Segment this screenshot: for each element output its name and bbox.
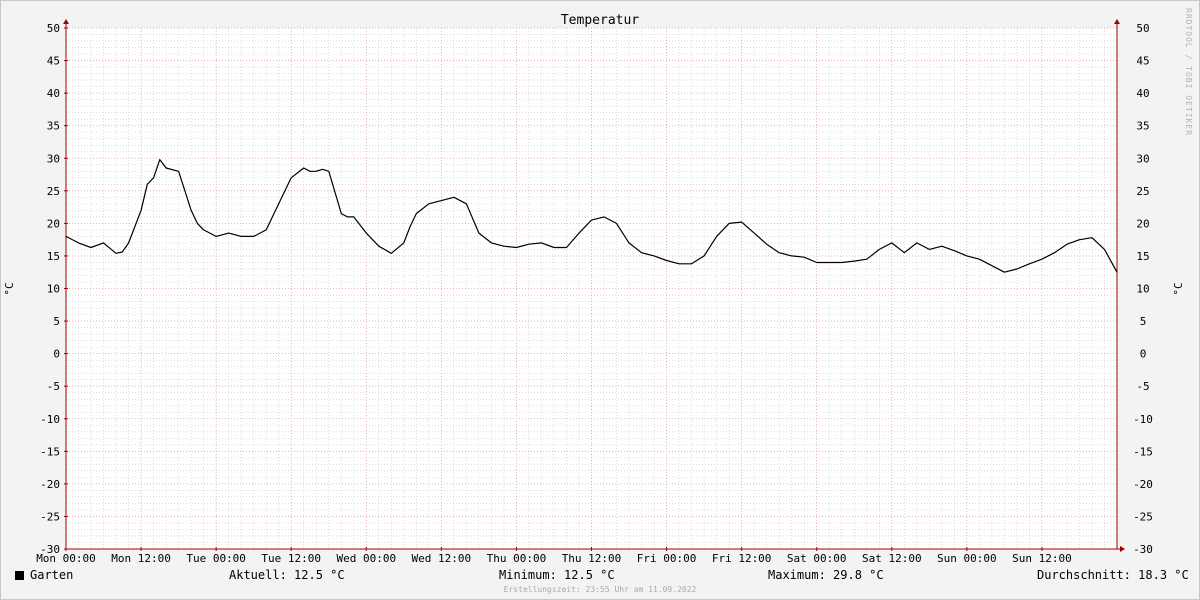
x-tick-label: Wed 12:00 — [412, 552, 472, 565]
x-tick-label: Sat 12:00 — [862, 552, 922, 565]
y-tick-label-left: -5 — [47, 380, 60, 393]
y-ticks-left: 50454035302520151050-5-10-15-20-25-30 — [40, 22, 68, 556]
y-tick-label-left: -15 — [40, 445, 60, 458]
y-tick-label-left: 50 — [47, 22, 60, 35]
x-tick-label: Mon 00:00 — [36, 552, 96, 565]
y-tick-label-left: 40 — [47, 87, 60, 100]
x-tick-label: Thu 12:00 — [562, 552, 622, 565]
y-tick-label-right: 40 — [1136, 87, 1149, 100]
y-tick-label-left: -20 — [40, 478, 60, 491]
y-axis-arrow-right — [1114, 19, 1120, 24]
y-tick-label-left: 10 — [47, 283, 60, 296]
x-tick-label: Fri 00:00 — [637, 552, 697, 565]
legend-maximum: Maximum: 29.8 °C — [768, 568, 884, 582]
x-tick-label: Mon 12:00 — [111, 552, 171, 565]
x-tick-label: Tue 00:00 — [186, 552, 246, 565]
legend-average: Durchschnitt: 18.3 °C — [1037, 568, 1189, 582]
y-tick-label-left: 30 — [47, 152, 60, 165]
y-tick-label-right: 45 — [1136, 55, 1149, 68]
y-tick-label-left: 45 — [47, 55, 60, 68]
x-tick-label: Wed 00:00 — [336, 552, 396, 565]
y-axis-label-right: °C — [1172, 282, 1185, 295]
y-tick-label-left: -10 — [40, 413, 60, 426]
creation-time: Erstellungszeit: 23:55 Uhr am 11.09.2022 — [503, 585, 697, 594]
legend-current: Aktuell: 12.5 °C — [229, 568, 345, 582]
y-tick-label-right: 5 — [1140, 315, 1147, 328]
y-tick-label-right: -5 — [1136, 380, 1149, 393]
x-tick-label: Sun 00:00 — [937, 552, 997, 565]
y-tick-label-left: 20 — [47, 217, 60, 230]
legend-minimum: Minimum: 12.5 °C — [499, 568, 615, 582]
x-tick-label: Sun 12:00 — [1012, 552, 1072, 565]
y-tick-label-right: -10 — [1133, 413, 1153, 426]
y-tick-label-right: 30 — [1136, 152, 1149, 165]
y-tick-label-right: 15 — [1136, 250, 1149, 263]
legend-series-label: Garten — [30, 568, 74, 582]
x-ticks: Mon 00:00 Mon 12:00 Tue 00:00 Tue 12:00 Wed … — [36, 547, 1072, 565]
y-tick-label-right: 50 — [1136, 22, 1149, 35]
y-axis-label-left: °C — [3, 282, 16, 295]
y-tick-label-right: -15 — [1133, 445, 1153, 458]
y-ticks-right: 50454035302520151050-5-10-15-20-25-30 — [1133, 22, 1153, 556]
y-tick-label-right: 0 — [1140, 348, 1147, 361]
chart-title: Temperatur — [561, 13, 639, 28]
y-tick-label-left: 25 — [47, 185, 60, 198]
x-tick-label: Thu 00:00 — [487, 552, 547, 565]
y-tick-label-right: -30 — [1133, 543, 1153, 556]
x-axis-arrow — [1120, 546, 1125, 552]
y-tick-label-right: 10 — [1136, 283, 1149, 296]
y-tick-label-left: -25 — [40, 510, 60, 523]
y-tick-label-left: 0 — [53, 348, 60, 361]
y-tick-label-left: 35 — [47, 120, 60, 133]
y-tick-label-right: -25 — [1133, 510, 1153, 523]
y-tick-label-left: 15 — [47, 250, 60, 263]
y-tick-label-right: 20 — [1136, 217, 1149, 230]
y-tick-label-right: 35 — [1136, 120, 1149, 133]
y-tick-label-right: 25 — [1136, 185, 1149, 198]
watermark-text: RRDTOOL / TOBI OETIKER — [1184, 8, 1193, 136]
temperature-chart: 50454035302520151050-5-10-15-20-25-30 50… — [3, 13, 1185, 565]
legend-swatch — [15, 571, 24, 580]
y-tick-label-right: -20 — [1133, 478, 1153, 491]
y-axis-arrow-left — [63, 19, 69, 24]
x-tick-label: Sat 00:00 — [787, 552, 847, 565]
y-tick-label-left: 5 — [53, 315, 60, 328]
x-tick-label: Tue 12:00 — [261, 552, 321, 565]
x-tick-label: Fri 12:00 — [712, 552, 772, 565]
